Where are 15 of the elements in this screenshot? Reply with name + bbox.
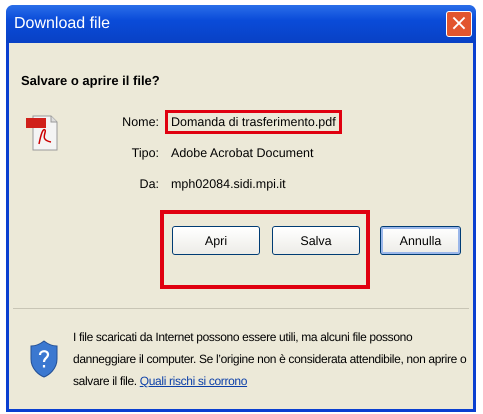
dialog-question: Salvare o aprire il file?: [21, 73, 161, 88]
field-label: Da:: [138, 177, 159, 191]
field-label: Nome:: [121, 115, 159, 129]
close-button[interactable]: ×: [446, 11, 472, 37]
field-value: Domanda di trasferimento.pdf: [165, 110, 342, 134]
field-value: mph02084.sidi.mpi.it: [170, 176, 287, 193]
dialog-button[interactable]: Salva: [272, 226, 360, 255]
risks-link[interactable]: Quali rischi si corrono: [140, 374, 248, 388]
warning-text: I file scaricati da Internet possono essere utili, ma alcuni file possono danneggiare il computer. Se l’origine non è considerata attendibile, non aprire o salvare il file. Quali rischi si corrono: [73, 329, 468, 390]
pdf-file-icon: [25, 114, 59, 152]
dialog-button[interactable]: Apri: [172, 226, 260, 255]
field-label: Tipo:: [130, 146, 159, 160]
window-title: Download file: [14, 15, 110, 33]
dialog-button[interactable]: Annulla: [380, 226, 461, 255]
field-value: Adobe Acrobat Document: [170, 145, 314, 162]
